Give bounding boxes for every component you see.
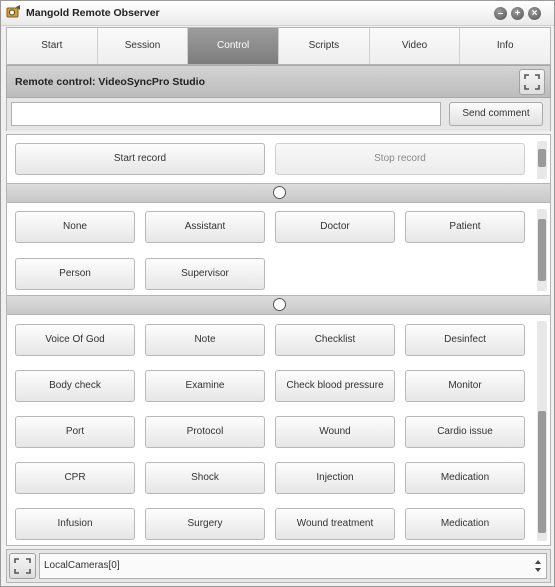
tab-session[interactable]: Session xyxy=(97,28,189,64)
splitter-top[interactable] xyxy=(6,184,551,202)
events-panel: Voice Of God Note Checklist Desinfect Bo… xyxy=(6,314,551,546)
role-button-none[interactable]: None xyxy=(15,211,135,243)
role-button-doctor[interactable]: Doctor xyxy=(275,211,395,243)
tab-scripts[interactable]: Scripts xyxy=(279,28,370,64)
comment-bar: Send comment xyxy=(6,98,551,131)
events-scrollbar[interactable] xyxy=(537,321,547,541)
event-button-note[interactable]: Note xyxy=(145,324,265,356)
event-button-port[interactable]: Port xyxy=(15,416,135,448)
fullscreen-button[interactable] xyxy=(519,69,545,95)
title-bar[interactable]: Mangold Remote Observer – + × xyxy=(1,1,554,26)
role-button-supervisor[interactable]: Supervisor xyxy=(145,258,265,290)
window-title: Mangold Remote Observer xyxy=(26,7,160,19)
roles-panel: None Assistant Doctor Patient Person Sup… xyxy=(6,202,551,296)
app-logo-icon xyxy=(6,5,20,18)
event-button-monitor[interactable]: Monitor xyxy=(405,370,525,402)
app-window: Mangold Remote Observer – + × Start Sess… xyxy=(0,0,555,587)
event-button-infusion[interactable]: Infusion xyxy=(15,508,135,540)
event-button-wound-treatment[interactable]: Wound treatment xyxy=(275,508,395,540)
role-button-person[interactable]: Person xyxy=(15,258,135,290)
roles-scrollbar[interactable] xyxy=(537,209,547,291)
minimize-icon: – xyxy=(497,8,504,19)
camera-fullscreen-button[interactable] xyxy=(9,553,36,579)
event-button-surgery[interactable]: Surgery xyxy=(145,508,265,540)
event-button-cardio-issue[interactable]: Cardio issue xyxy=(405,416,525,448)
events-scroll-thumb[interactable] xyxy=(538,411,546,533)
record-scrollbar[interactable] xyxy=(537,141,547,179)
splitter-handle-icon[interactable] xyxy=(273,298,286,311)
fullscreen-icon xyxy=(524,74,540,90)
roles-scroll-thumb[interactable] xyxy=(538,219,546,281)
event-button-shock[interactable]: Shock xyxy=(145,462,265,494)
start-record-button[interactable]: Start record xyxy=(15,143,265,175)
role-button-assistant[interactable]: Assistant xyxy=(145,211,265,243)
tab-video[interactable]: Video xyxy=(369,28,461,64)
comment-input[interactable] xyxy=(11,102,441,126)
splitter-middle[interactable] xyxy=(6,296,551,314)
tab-start[interactable]: Start xyxy=(7,28,98,64)
close-button[interactable]: × xyxy=(528,7,541,20)
minimize-button[interactable]: – xyxy=(494,7,507,20)
event-button-medication-2[interactable]: Medication xyxy=(405,508,525,540)
fullscreen-icon xyxy=(14,558,31,574)
remote-control-header: Remote control: VideoSyncPro Studio xyxy=(6,65,551,98)
maximize-button[interactable]: + xyxy=(511,7,524,20)
tab-control[interactable]: Control xyxy=(188,28,280,64)
maximize-icon: + xyxy=(514,8,521,19)
record-panel: Start record Stop record xyxy=(6,134,551,184)
close-icon: × xyxy=(531,8,538,19)
camera-select[interactable]: LocalCameras[0] xyxy=(39,553,547,579)
event-button-body-check[interactable]: Body check xyxy=(15,370,135,402)
camera-select-value: LocalCameras[0] xyxy=(44,560,120,571)
event-button-examine[interactable]: Examine xyxy=(145,370,265,402)
event-button-voice-of-god[interactable]: Voice Of God xyxy=(15,324,135,356)
splitter-handle-icon[interactable] xyxy=(273,186,286,199)
event-button-cpr[interactable]: CPR xyxy=(15,462,135,494)
event-button-protocol[interactable]: Protocol xyxy=(145,416,265,448)
send-comment-button[interactable]: Send comment xyxy=(449,102,543,126)
record-scroll-thumb[interactable] xyxy=(538,149,546,167)
event-button-medication[interactable]: Medication xyxy=(405,462,525,494)
camera-bar: LocalCameras[0] xyxy=(6,549,551,583)
event-button-wound[interactable]: Wound xyxy=(275,416,395,448)
remote-control-title: Remote control: VideoSyncPro Studio xyxy=(15,76,205,88)
event-button-checklist[interactable]: Checklist xyxy=(275,324,395,356)
main-tabs: Start Session Control Scripts Video Info xyxy=(6,27,551,65)
event-button-check-blood-pressure[interactable]: Check blood pressure xyxy=(275,370,395,402)
role-button-patient[interactable]: Patient xyxy=(405,211,525,243)
event-button-injection[interactable]: Injection xyxy=(275,462,395,494)
updown-arrow-icon xyxy=(534,554,542,587)
stop-record-button[interactable]: Stop record xyxy=(275,143,525,175)
event-button-desinfect[interactable]: Desinfect xyxy=(405,324,525,356)
tab-info[interactable]: Info xyxy=(460,28,551,64)
